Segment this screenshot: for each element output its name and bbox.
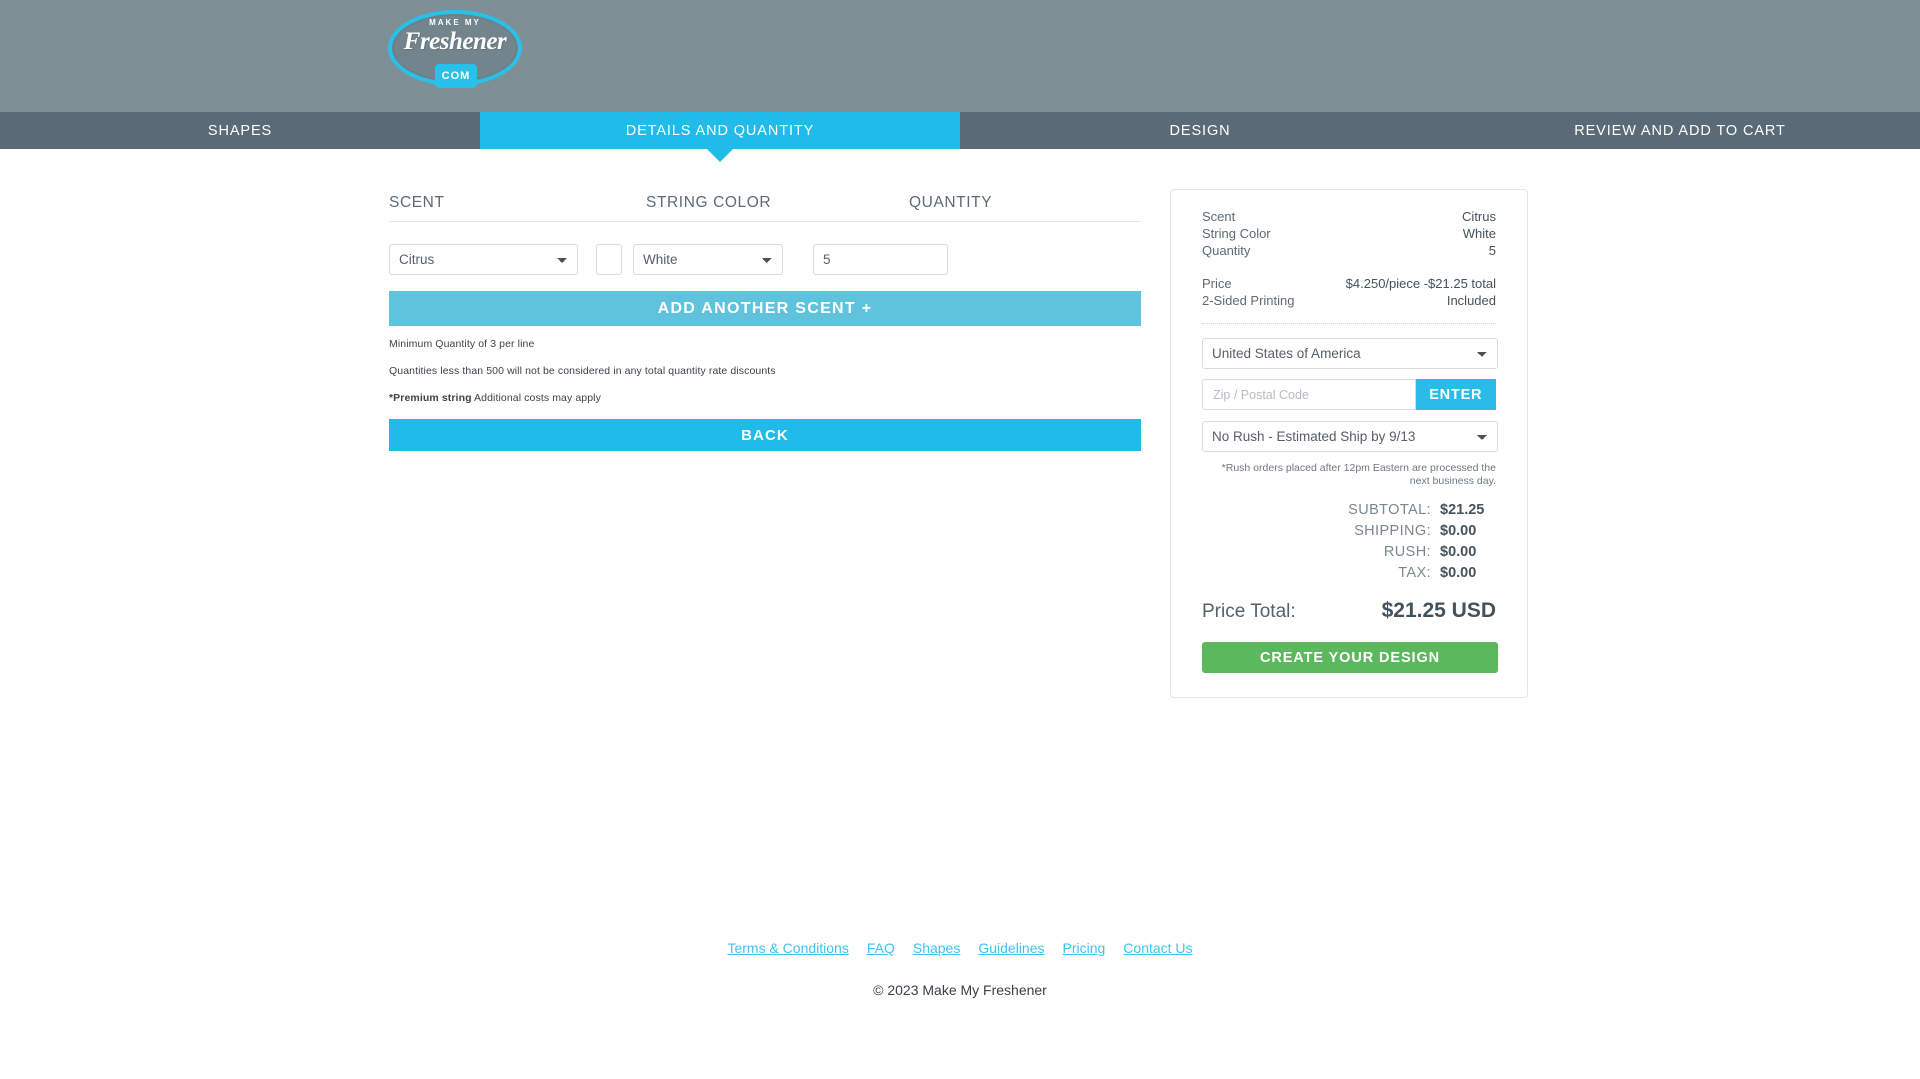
site-logo[interactable]: MAKE MY Freshener COM [388, 4, 522, 100]
summary-row-two-sided-printing: 2-Sided Printing Included [1202, 292, 1496, 309]
footer-link-pricing[interactable]: Pricing [1063, 940, 1106, 956]
footer-link-terms-and-conditions[interactable]: Terms & Conditions [727, 940, 848, 956]
total-value-rush: $0.00 [1440, 544, 1477, 560]
tab-details-and-quantity[interactable]: DETAILS AND QUANTITY [480, 112, 960, 162]
add-another-scent-button[interactable]: ADD ANOTHER SCENT + [389, 291, 1141, 326]
header-quantity: QUANTITY [909, 194, 993, 211]
grand-total-row: Price Total: $21.25 USD [1202, 599, 1496, 623]
create-your-design-button[interactable]: CREATE YOUR DESIGN [1202, 642, 1498, 673]
summary-value-two-sided-printing: Included [1446, 293, 1496, 308]
total-row-tax: TAX: $0.00 [1202, 565, 1496, 581]
page-root: MAKE MY Freshener COM SHAPES DETAILS AND… [0, 0, 1920, 1079]
note-premium-rest: Additional costs may apply [471, 392, 601, 404]
total-row-subtotal: SUBTOTAL: $21.25 [1202, 502, 1496, 518]
logo-badge-com: COM [435, 64, 477, 88]
scent-configuration-form: SCENT STRING COLOR QUANTITY Citrus White… [389, 194, 1141, 451]
tab-shapes-label: SHAPES [207, 122, 273, 139]
form-notes: Minimum Quantity of 3 per line Quantitie… [389, 338, 1141, 404]
logo-text-freshener: Freshener [403, 28, 507, 55]
zip-entry-row: ENTER [1202, 379, 1496, 410]
totals-list: SUBTOTAL: $21.25 SHIPPING: $0.00 RUSH: $… [1202, 502, 1496, 581]
total-row-shipping: SHIPPING: $0.00 [1202, 523, 1496, 539]
note-minimum-quantity: Minimum Quantity of 3 per line [389, 338, 535, 350]
tab-review-and-add-to-cart-label: REVIEW AND ADD TO CART [1574, 122, 1786, 139]
footer-copyright: © 2023 Make My Freshener [873, 982, 1047, 998]
rush-orders-note: *Rush orders placed after 12pm Eastern a… [1221, 462, 1496, 487]
summary-value-scent: Citrus [1462, 209, 1496, 224]
summary-row-scent: Scent Citrus [1202, 208, 1496, 225]
logo-text-make-my: MAKE MY [429, 18, 481, 27]
site-footer: Terms & Conditions FAQ Shapes Guidelines… [0, 940, 1920, 998]
total-label-tax: TAX: [1398, 565, 1431, 581]
note-premium-bold: *Premium string [389, 392, 472, 404]
total-value-shipping: $0.00 [1440, 523, 1477, 539]
footer-link-faq[interactable]: FAQ [867, 940, 895, 956]
site-header: MAKE MY Freshener COM [0, 0, 1920, 112]
tab-design[interactable]: DESIGN [960, 112, 1440, 149]
header-scent: SCENT [389, 194, 445, 211]
total-label-shipping: SHIPPING: [1354, 523, 1431, 539]
footer-links: Terms & Conditions FAQ Shapes Guidelines… [0, 940, 1920, 956]
quantity-input[interactable] [813, 244, 948, 275]
form-column-headers: SCENT STRING COLOR QUANTITY [389, 194, 1141, 222]
summary-value-price: $4.250/piece -$21.25 total [1345, 276, 1496, 291]
tab-shapes[interactable]: SHAPES [0, 112, 480, 149]
total-label-rush: RUSH: [1383, 544, 1431, 560]
step-navigation: SHAPES DETAILS AND QUANTITY DESIGN REVIE… [0, 112, 1920, 162]
scent-line-row: Citrus White [389, 244, 1141, 275]
total-value-subtotal: $21.25 [1440, 502, 1485, 518]
grand-total-label: Price Total: [1202, 601, 1296, 622]
string-color-swatch[interactable] [596, 244, 622, 275]
divider-after-price [1202, 323, 1496, 324]
header-string-color: STRING COLOR [646, 194, 772, 211]
note-discount: Quantities less than 500 will not be con… [389, 365, 776, 377]
summary-label-string-color: String Color [1202, 226, 1271, 241]
summary-label-two-sided-printing: 2-Sided Printing [1202, 293, 1295, 308]
note-premium-string: *Premium string Additional costs may app… [389, 392, 1141, 404]
footer-link-guidelines[interactable]: Guidelines [978, 940, 1044, 956]
summary-label-scent: Scent [1202, 209, 1236, 224]
summary-label-price: Price [1202, 276, 1232, 291]
summary-row-quantity: Quantity 5 [1202, 242, 1496, 259]
summary-row-string-color: String Color White [1202, 225, 1496, 242]
tab-review-and-add-to-cart[interactable]: REVIEW AND ADD TO CART [1440, 112, 1920, 149]
shipping-speed-select[interactable]: No Rush - Estimated Ship by 9/13 [1202, 421, 1498, 452]
string-color-select[interactable]: White [633, 244, 783, 275]
total-value-tax: $0.00 [1440, 565, 1477, 581]
summary-spacer [1202, 259, 1496, 275]
footer-link-shapes[interactable]: Shapes [913, 940, 960, 956]
tab-design-label: DESIGN [1169, 122, 1231, 139]
summary-row-price: Price $4.250/piece -$21.25 total [1202, 275, 1496, 292]
footer-link-contact-us[interactable]: Contact Us [1123, 940, 1192, 956]
country-select[interactable]: United States of America [1202, 338, 1498, 369]
summary-value-quantity: 5 [1488, 243, 1496, 258]
back-button[interactable]: BACK [389, 419, 1141, 451]
total-row-rush: RUSH: $0.00 [1202, 544, 1496, 560]
scent-select[interactable]: Citrus [389, 244, 578, 275]
active-tab-pointer-icon [707, 149, 733, 162]
order-summary-card: Scent Citrus String Color White Quantity… [1170, 189, 1528, 698]
total-label-subtotal: SUBTOTAL: [1348, 502, 1431, 518]
summary-label-quantity: Quantity [1202, 243, 1251, 258]
grand-total-value: $21.25 USD [1381, 599, 1496, 622]
zip-enter-button[interactable]: ENTER [1415, 379, 1496, 410]
tab-details-and-quantity-label: DETAILS AND QUANTITY [625, 122, 815, 139]
summary-value-string-color: White [1462, 226, 1496, 241]
zip-postal-code-input[interactable] [1202, 379, 1416, 410]
